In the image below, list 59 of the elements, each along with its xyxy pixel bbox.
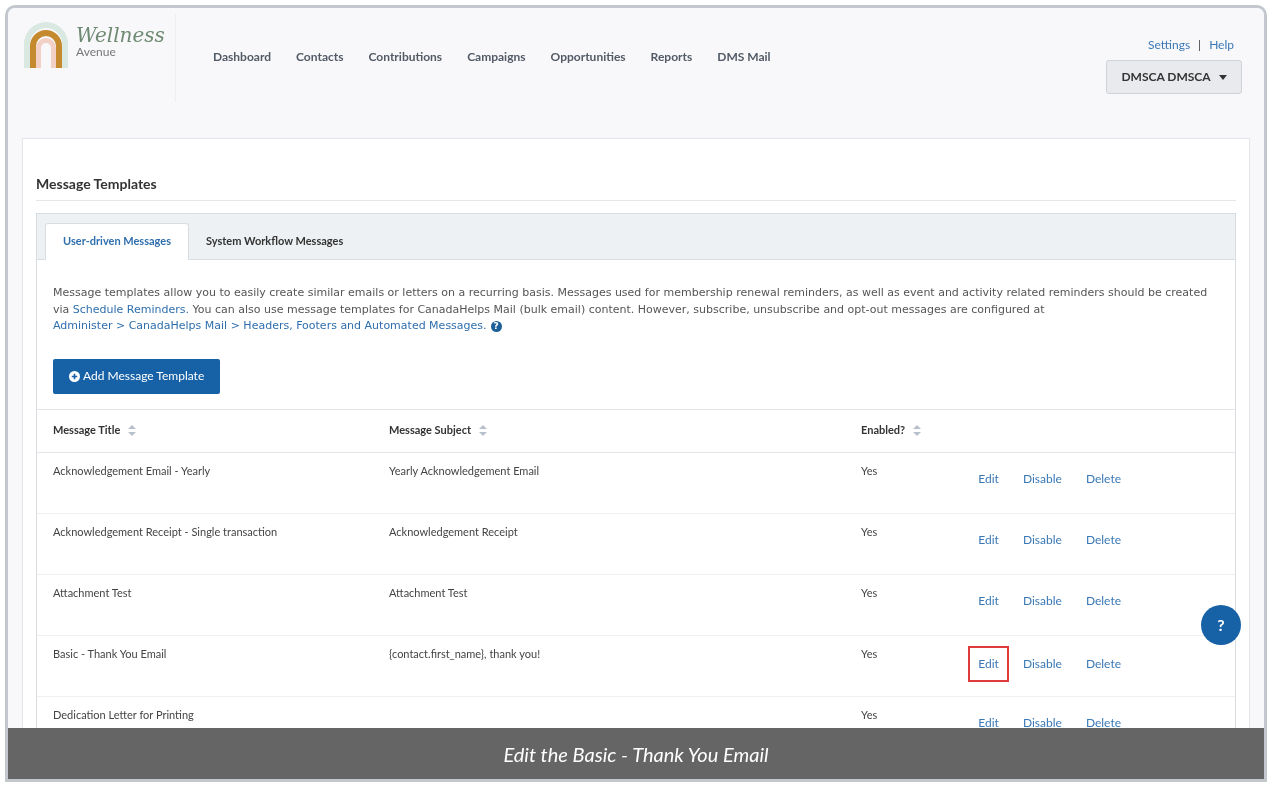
row-action-link[interactable]: Disable [1022, 654, 1062, 673]
row-action-link[interactable]: Delete [1085, 469, 1121, 488]
row-action-link[interactable]: Delete [1085, 654, 1121, 673]
nav-link[interactable]: Reports [650, 48, 693, 66]
table-cell: Dedication Letter for Printing [53, 707, 194, 721]
table-cell: Yes [861, 646, 878, 660]
table-cell: Attachment Test [53, 585, 132, 599]
sort-icon [479, 425, 488, 436]
caption-text: Edit the Basic - Thank You Email [503, 740, 769, 768]
row-action-link[interactable]: Disable [1022, 713, 1062, 732]
table-cell: Attachment Test [389, 585, 468, 599]
column-header[interactable]: Message Subject [389, 422, 472, 439]
table-cell: Acknowledgement Receipt - Single transaction [53, 524, 278, 538]
nav-link[interactable]: Dashboard [213, 48, 272, 66]
sort-icon [128, 425, 137, 436]
nav-link[interactable]: Opportunities [550, 48, 626, 66]
table-cell: Yes [861, 463, 878, 477]
description-link[interactable]: Schedule Reminders. [72, 302, 190, 316]
add-template-button[interactable]: Add Message Template [53, 358, 221, 394]
table-cell: Acknowledgement Receipt [389, 524, 518, 538]
logo-name: Wellness [76, 24, 165, 46]
row-action-link[interactable]: Edit [978, 713, 999, 732]
row-action-link[interactable]: Edit [978, 469, 999, 488]
page-title: Message Templates [36, 173, 1236, 201]
header-link[interactable]: Help [1209, 36, 1234, 54]
help-icon[interactable]: ? [490, 320, 502, 332]
table-cell: {contact.first_name}, thank you! [389, 646, 541, 660]
user-menu-button[interactable]: DMSCA DMSCA [1106, 60, 1242, 94]
row-action-link[interactable]: Edit [978, 530, 999, 549]
sort-icon [913, 425, 922, 436]
column-header[interactable]: Enabled? [861, 422, 906, 439]
row-action-link[interactable]: Disable [1022, 530, 1062, 549]
table-cell: Yearly Acknowledgement Email [389, 463, 540, 477]
table-cell: Yes [861, 707, 878, 721]
row-action-link[interactable]: Edit [968, 645, 1009, 682]
row-action-link[interactable]: Edit [978, 591, 999, 610]
tab[interactable]: System Workflow Messages [189, 223, 361, 260]
row-action-link[interactable]: Delete [1085, 713, 1121, 732]
table-cell: Acknowledgement Email - Yearly [53, 463, 211, 477]
nav-link[interactable]: Campaigns [467, 48, 526, 66]
table-cell: Basic - Thank You Email [53, 646, 167, 660]
logo-tagline: Avenue [76, 46, 117, 58]
link-separator: | [1198, 36, 1202, 54]
row-action-link[interactable]: Disable [1022, 591, 1062, 610]
row-action-link[interactable]: Delete [1085, 591, 1121, 610]
description-link[interactable]: Administer > CanadaHelps Mail > Headers, Footers and Automated Messages. [53, 319, 487, 332]
caret-icon [1218, 74, 1227, 80]
row-action-link[interactable]: Disable [1022, 469, 1062, 488]
column-header[interactable]: Message Title [53, 422, 121, 439]
table-cell: Yes [861, 524, 878, 538]
nav-link[interactable]: Contacts [296, 48, 344, 66]
plus-circle-icon [69, 370, 80, 382]
nav-link[interactable]: Contributions [368, 48, 443, 66]
nav-link[interactable]: DMS Mail [717, 48, 771, 66]
header-link[interactable]: Settings [1148, 36, 1191, 54]
row-action-link[interactable]: Delete [1085, 530, 1121, 549]
tab[interactable]: User-driven Messages [45, 223, 190, 260]
description-text: Message templates allow you to easily create similar emails or letters on a recurring basis. Messages used for membership renewal reminders, as well as event and activity related reminders should be created via Schedule Reminders. You can also use message templates for CanadaHelps Mail (bulk email) content. However, subscribe, unsubscribe and opt-out messages are configured at Administer > CanadaHelps Mail > Headers, Footers and Automated Messages. ? [53, 285, 1209, 334]
table-cell: Yes [861, 585, 878, 599]
